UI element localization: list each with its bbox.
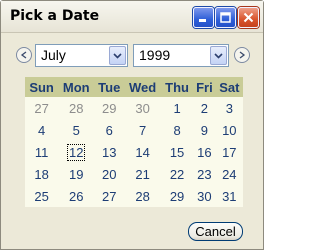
day-cell[interactable]: 4 <box>25 119 58 141</box>
selected-day-value: 12 <box>67 143 86 161</box>
weekday-label: Thu <box>165 79 189 95</box>
day-cell[interactable]: 8 <box>161 119 193 141</box>
close-button[interactable] <box>238 7 259 28</box>
day-cell[interactable]: 30 <box>124 97 161 119</box>
day-cell[interactable]: 22 <box>161 163 193 185</box>
chevron-down-icon <box>214 52 223 59</box>
weekday-label: Mon <box>62 79 90 95</box>
calendar-week: 25 26 27 28 29 30 31 <box>25 185 243 207</box>
calendar-week: 27 28 29 30 1 2 3 <box>25 97 243 119</box>
day-cell[interactable]: 1 <box>161 97 193 119</box>
maximize-icon <box>220 12 231 23</box>
day-cell[interactable]: 7 <box>124 119 161 141</box>
day-cell[interactable]: 28 <box>124 185 161 207</box>
weekday-label: Fri <box>196 79 213 95</box>
calendar-grid: Sun Mon Tue Wed Thu Fri Sat 27 28 29 30 … <box>25 77 243 207</box>
day-cell[interactable]: 13 <box>94 141 124 163</box>
date-picker-window: Pick a Date July 1999 Sun Mon Tue Wed Th… <box>0 0 264 250</box>
weekday-label: Tue <box>98 79 121 95</box>
day-cell[interactable]: 29 <box>161 185 193 207</box>
day-cell[interactable]: 24 <box>216 163 243 185</box>
weekday-label: Wed <box>128 79 157 95</box>
day-cell[interactable]: 29 <box>94 97 124 119</box>
previous-month-button[interactable] <box>16 47 32 63</box>
title-bar[interactable]: Pick a Date <box>1 1 263 33</box>
weekday-header: Sun Mon Tue Wed Thu Fri Sat <box>25 77 243 97</box>
year-select[interactable]: 1999 <box>133 44 229 67</box>
month-select[interactable]: July <box>35 44 128 67</box>
day-cell[interactable]: 2 <box>193 97 215 119</box>
calendar-week: 18 19 20 21 22 23 24 <box>25 163 243 185</box>
weekday-label: Sun <box>29 79 54 95</box>
minimize-button[interactable] <box>193 7 214 28</box>
next-month-button[interactable] <box>234 47 250 63</box>
day-cell[interactable]: 26 <box>58 185 94 207</box>
month-dropdown-button[interactable] <box>109 46 126 65</box>
cancel-button[interactable]: Cancel <box>188 222 243 241</box>
day-cell[interactable]: 21 <box>124 163 161 185</box>
day-cell[interactable]: 10 <box>216 119 243 141</box>
day-cell[interactable]: 6 <box>94 119 124 141</box>
year-dropdown-button[interactable] <box>210 46 227 65</box>
day-cell[interactable]: 25 <box>25 185 58 207</box>
day-cell[interactable]: 27 <box>94 185 124 207</box>
day-cell[interactable]: 18 <box>25 163 58 185</box>
day-cell[interactable]: 15 <box>161 141 193 163</box>
window-title: Pick a Date <box>10 8 100 24</box>
calendar-week: 4 5 6 7 8 9 10 <box>25 119 243 141</box>
day-cell[interactable]: 9 <box>193 119 215 141</box>
minimize-icon <box>199 19 206 22</box>
day-cell[interactable]: 16 <box>193 141 215 163</box>
day-cell[interactable]: 3 <box>216 97 243 119</box>
day-cell[interactable]: 31 <box>216 185 243 207</box>
selected-day-cell[interactable]: 12 <box>58 141 94 163</box>
day-cell[interactable]: 17 <box>216 141 243 163</box>
year-value: 1999 <box>139 47 171 63</box>
close-icon <box>243 12 254 23</box>
day-cell[interactable]: 11 <box>25 141 58 163</box>
day-cell[interactable]: 5 <box>58 119 94 141</box>
day-cell[interactable]: 20 <box>94 163 124 185</box>
maximize-button[interactable] <box>215 7 236 28</box>
weekday-label: Sat <box>219 79 240 95</box>
day-cell[interactable]: 14 <box>124 141 161 163</box>
chevron-down-icon <box>113 52 122 59</box>
month-value: July <box>41 47 66 63</box>
day-cell[interactable]: 27 <box>25 97 58 119</box>
day-cell[interactable]: 23 <box>193 163 215 185</box>
calendar-week: 11 12 13 14 15 16 17 <box>25 141 243 163</box>
day-cell[interactable]: 30 <box>193 185 215 207</box>
day-cell[interactable]: 19 <box>58 163 94 185</box>
day-cell[interactable]: 28 <box>58 97 94 119</box>
chevron-right-icon <box>239 51 246 59</box>
chevron-left-icon <box>20 51 27 59</box>
